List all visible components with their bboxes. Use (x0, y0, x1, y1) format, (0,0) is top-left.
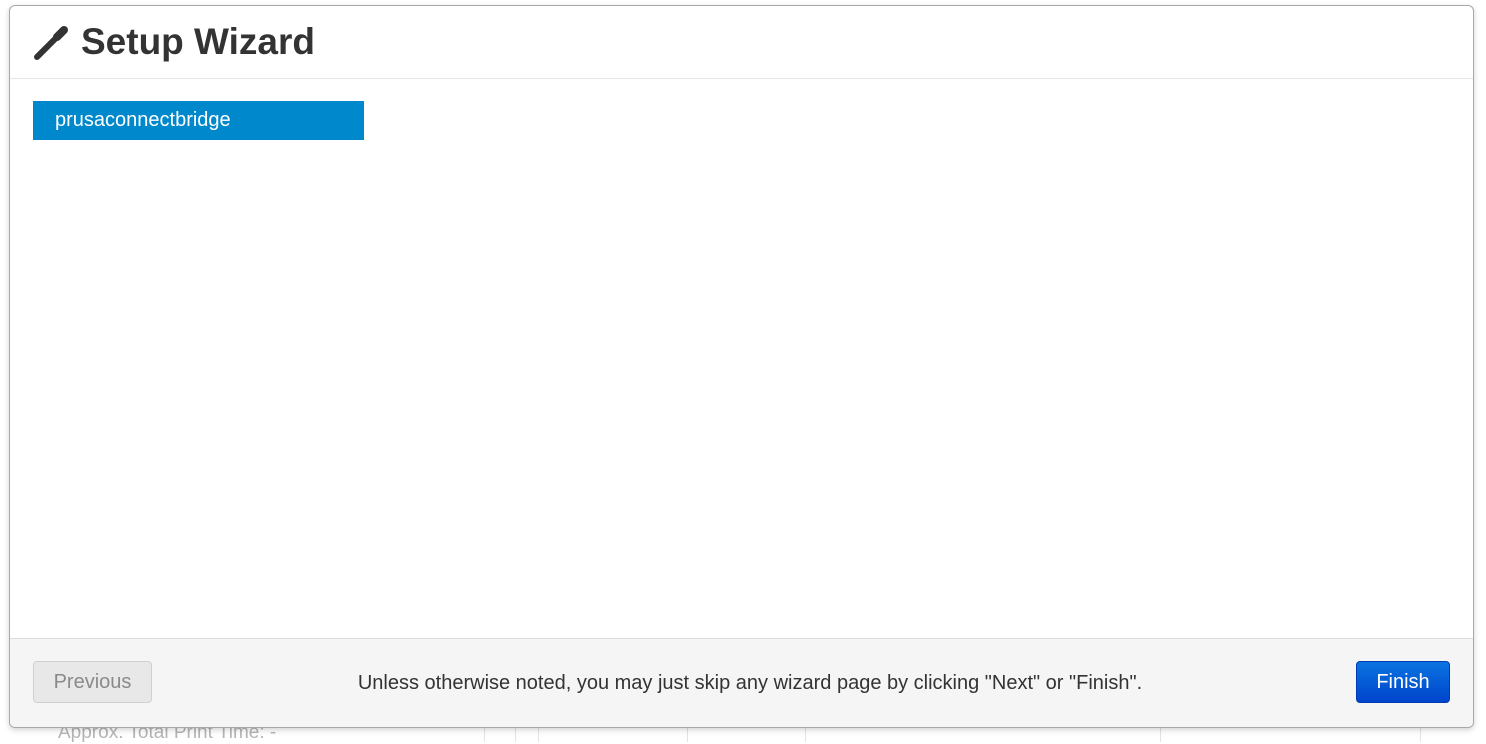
modal-footer: Previous Unless otherwise noted, you may… (10, 638, 1473, 727)
magic-wand-icon (34, 26, 68, 60)
setup-wizard-modal: Setup Wizard prusaconnectbridge Previous… (9, 5, 1474, 728)
wizard-nav-item-prusaconnectbridge[interactable]: prusaconnectbridge (33, 101, 364, 140)
wizard-skip-note: Unless otherwise noted, you may just ski… (357, 672, 1143, 694)
finish-button-label: Finish (1376, 671, 1430, 693)
finish-button[interactable]: Finish (1356, 661, 1450, 703)
previous-button[interactable]: Previous (33, 661, 152, 703)
previous-button-label: Previous (53, 671, 132, 693)
wizard-nav-item-label: prusaconnectbridge (55, 109, 231, 131)
wizard-nav: prusaconnectbridge (33, 101, 364, 140)
modal-title: Setup Wizard (81, 21, 316, 62)
modal-header: Setup Wizard (10, 6, 1473, 79)
